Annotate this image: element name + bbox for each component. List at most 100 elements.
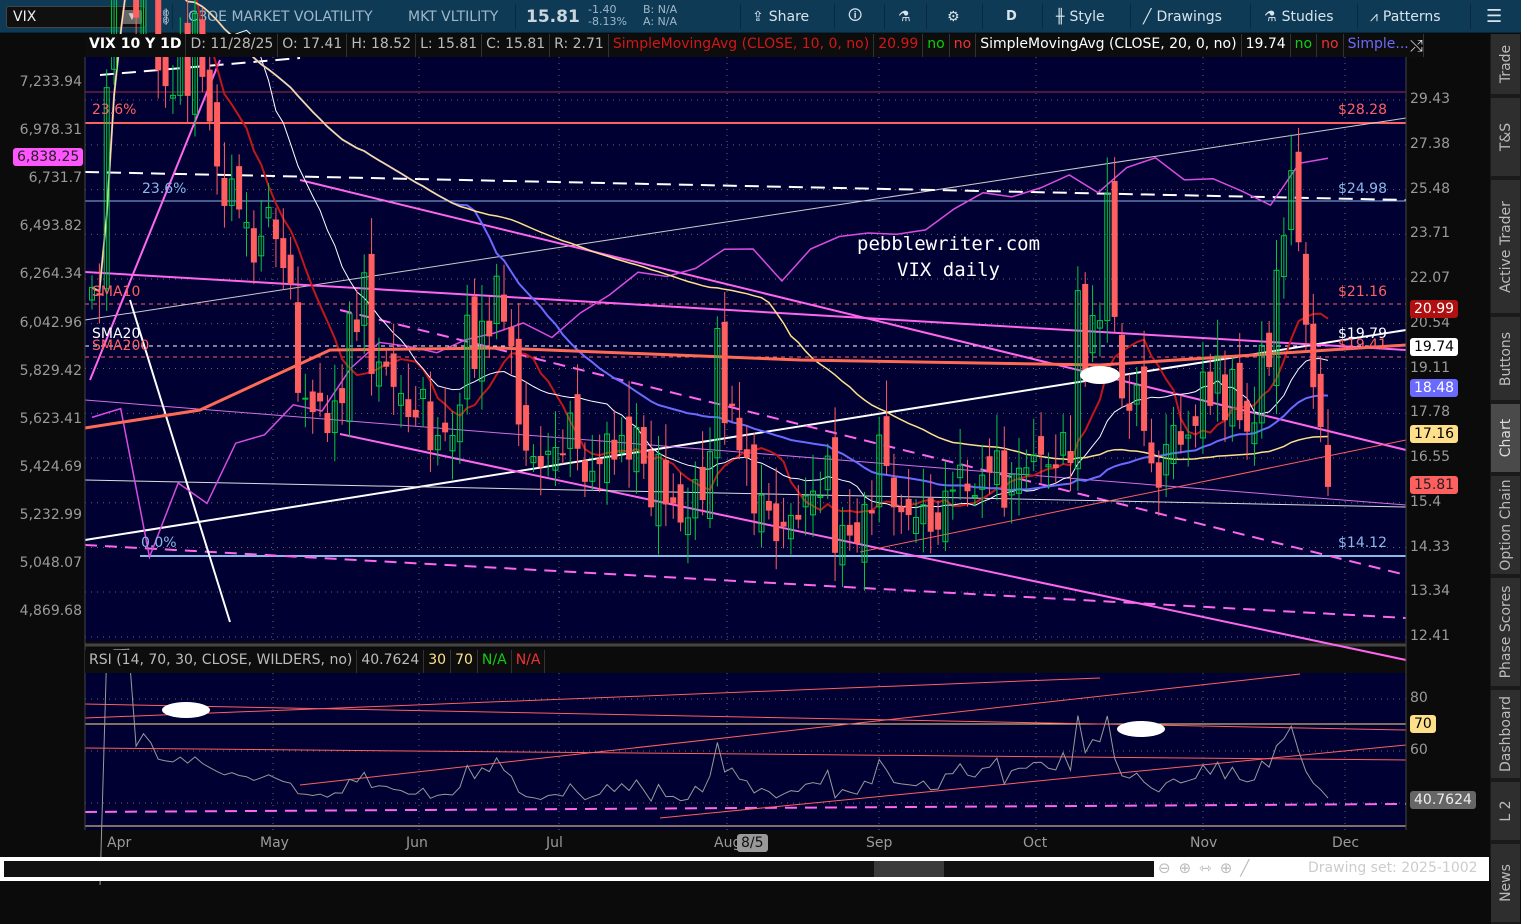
sma20-value: 19.74 (1242, 34, 1291, 57)
candle-body (309, 391, 316, 413)
candle-body (1155, 462, 1162, 488)
rsi-highlight-ellipse (1117, 721, 1165, 737)
candle-body (868, 510, 875, 514)
candle-body (1222, 374, 1228, 421)
candle-body (295, 302, 301, 393)
candle-body (390, 353, 397, 387)
rsi-os: 70 (451, 650, 478, 673)
y-tick-label: 15.4 (1410, 493, 1442, 510)
rsi-70-badge: 70 (1410, 715, 1436, 733)
candle-body (317, 392, 324, 402)
candle-body (648, 450, 655, 508)
candle-body (353, 319, 360, 333)
y-tick-label: 16.55 (1410, 448, 1451, 465)
sidebar-tab-news[interactable]: News (1491, 844, 1520, 924)
header-close: C: 15.81 (482, 34, 551, 57)
candle-body (890, 477, 897, 508)
candle-body (611, 439, 618, 460)
candle-body (383, 361, 390, 367)
sma-label: SMA10 (92, 284, 141, 300)
candle-body (236, 166, 243, 210)
collapse-icon[interactable]: ⤭ (1410, 36, 1423, 56)
spx-tick-label: 6,978.31 (19, 122, 82, 139)
candle-body (272, 219, 279, 240)
fib-label: 0.0% (141, 535, 177, 551)
level-label: $19.41 (1338, 337, 1387, 353)
y-tick-label: 14.33 (1410, 538, 1451, 555)
candle-body (559, 453, 566, 456)
candle-body (515, 338, 522, 425)
spx-tick-label: 4,869.68 (19, 603, 82, 620)
rsi-tick-label: 80 (1410, 690, 1428, 706)
rsi-header: RSI (14, 70, 30, CLOSE, WILDERS, no) 40.… (85, 650, 546, 673)
header-high: H: 18.52 (347, 34, 417, 57)
candle-body (1244, 400, 1251, 432)
candle-body (1192, 416, 1199, 426)
x-tick-label: Sep (866, 835, 893, 851)
sma20-flag: no (1291, 34, 1318, 57)
drawing-set-label[interactable]: Drawing set: 2025-1002 (1308, 860, 1478, 876)
candle-body (596, 458, 603, 465)
sidebar-tab-trade[interactable]: Trade (1491, 34, 1520, 96)
y-tick-label: 13.34 (1410, 583, 1451, 600)
sidebar-tab-l-2[interactable]: L 2 (1491, 782, 1520, 842)
zoom-controls[interactable]: ⊖⊕⇿⊕╱ (1158, 859, 1257, 877)
sidebar-tab-t-s[interactable]: T&S (1491, 98, 1520, 178)
candle-body (221, 177, 228, 206)
candle-body (626, 416, 633, 460)
candle-body (832, 437, 839, 553)
candle-body (324, 412, 331, 434)
x-tick-label: Nov (1190, 835, 1218, 851)
scrollbar[interactable] (4, 861, 1154, 877)
candle-body (287, 254, 294, 285)
sidebar-tab-chart[interactable]: Chart (1491, 404, 1520, 474)
sma-yellow-price-badge: 17.16 (1410, 425, 1459, 443)
rsi-value-badge: 40.7624 (1410, 791, 1476, 809)
header-date: D: 11/28/25 (186, 34, 279, 57)
scrollbar-thumb[interactable] (874, 861, 944, 877)
candle-body (442, 422, 449, 433)
sidebar-tab-buttons[interactable]: Buttons (1491, 317, 1520, 402)
y-tick-label: 25.48 (1410, 180, 1451, 197)
sidebar-tab-dashboard[interactable]: Dashboard (1491, 690, 1520, 780)
rsi-na: N/A (478, 650, 512, 673)
y-tick-label: 23.71 (1410, 225, 1451, 242)
candle-body (1119, 334, 1125, 399)
candle-body (1295, 151, 1302, 243)
sidebar-tab-phase-scores[interactable]: Phase Scores (1491, 578, 1520, 688)
candle-body (1177, 431, 1184, 445)
chart-canvas[interactable] (0, 0, 1521, 885)
candle-body (1148, 442, 1155, 464)
candle-body (743, 449, 750, 458)
watermark: pebblewriter.com VIX daily (857, 233, 1041, 281)
candle-body (1038, 436, 1045, 455)
candle-body (471, 296, 478, 370)
bottom-bar: ⊖⊕⇿⊕╱ Drawing set: 2025-1002 (0, 857, 1489, 881)
candle-body (1310, 323, 1317, 388)
sidebar-tab-active-trader[interactable]: Active Trader (1491, 180, 1520, 315)
spx-tick-label: 5,623.41 (19, 410, 82, 427)
candle-body (898, 506, 905, 513)
sma-label: SMA200 (92, 338, 150, 354)
sidebar-tab-option-chain[interactable]: Option Chain (1491, 476, 1520, 576)
level-label: $21.16 (1338, 284, 1387, 300)
y-tick-label: 27.38 (1410, 135, 1451, 152)
candle-body (1236, 362, 1243, 421)
fib-label: 23.6% (92, 102, 137, 118)
sma10-study[interactable]: SimpleMovingAvg (CLOSE, 10, 0, no) (609, 34, 875, 57)
spx-tick-label: 7,233.94 (19, 74, 82, 90)
x-tick-label: Dec (1332, 835, 1360, 851)
candle-body (964, 483, 971, 492)
header-open: O: 17.41 (278, 34, 348, 57)
rsi-label[interactable]: RSI (14, 70, 30, CLOSE, WILDERS, no) (85, 650, 358, 673)
candle-body (339, 388, 346, 404)
candle-body (751, 444, 758, 514)
spx-tick-label: 6,264.34 (19, 266, 82, 283)
header-low: L: 15.81 (416, 34, 483, 57)
fib-label: 23.6% (142, 181, 187, 197)
candle-body (699, 466, 706, 501)
header-range: R: 2.71 (550, 34, 609, 57)
sma20-study[interactable]: SimpleMovingAvg (CLOSE, 20, 0, no) (976, 34, 1242, 57)
candle-body (883, 416, 890, 467)
candle-body (854, 522, 861, 544)
